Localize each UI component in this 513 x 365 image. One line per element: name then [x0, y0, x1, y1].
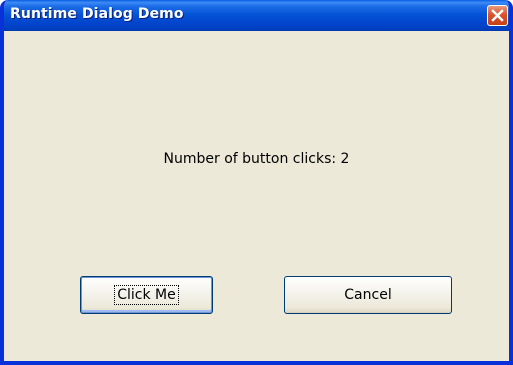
window-title: Runtime Dialog Demo	[10, 6, 184, 22]
cancel-button[interactable]: Cancel	[284, 276, 452, 314]
click-count-label: Number of button clicks: 2	[163, 151, 350, 167]
click-me-button[interactable]: Click Me	[80, 276, 213, 314]
dialog-client-area: Number of button clicks: 2 Click Me Canc…	[4, 31, 509, 361]
dialog-window: Runtime Dialog Demo Number of button cli…	[0, 0, 513, 365]
click-me-button-label: Click Me	[114, 285, 179, 305]
cancel-button-label: Cancel	[344, 287, 392, 303]
title-bar[interactable]: Runtime Dialog Demo	[4, 0, 509, 31]
close-icon	[491, 9, 504, 22]
close-button[interactable]	[487, 5, 508, 26]
